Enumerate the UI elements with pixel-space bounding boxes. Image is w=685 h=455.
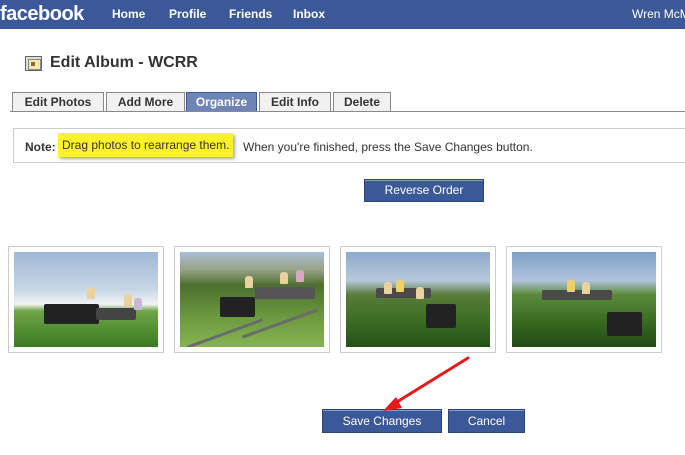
note-text: When you're finished, press the Save Cha… [243,140,533,154]
tab-add-more[interactable]: Add More [106,92,185,112]
photo-thumbnail [14,252,158,347]
reverse-order-button[interactable]: Reverse Order [364,179,484,202]
album-photo-1[interactable] [8,246,164,353]
facebook-logo[interactable]: facebook [0,3,84,26]
photo-thumbnail [180,252,324,347]
note-highlight: Drag photos to rearrange them. [58,133,234,157]
page-title: Edit Album - WCRR [50,54,198,71]
top-nav-bar: facebook Home Profile Friends Inbox Wren… [0,0,685,29]
photo-thumbnail [512,252,656,347]
album-photo-4[interactable] [506,246,662,353]
user-name-link[interactable]: Wren McM [632,7,685,21]
annotation-arrow-icon [383,356,470,411]
tab-delete[interactable]: Delete [333,92,391,112]
nav-friends[interactable]: Friends [229,7,272,21]
tab-edit-info[interactable]: Edit Info [259,92,331,112]
tab-organize[interactable]: Organize [186,92,257,112]
album-photo-2[interactable] [174,246,330,353]
note-label: Note: [25,140,56,154]
photo-thumbnail [346,252,490,347]
tab-edit-photos[interactable]: Edit Photos [12,92,104,112]
nav-profile[interactable]: Profile [169,7,206,21]
nav-home[interactable]: Home [112,7,145,21]
photo-album-icon [25,56,42,71]
nav-inbox[interactable]: Inbox [293,7,325,21]
album-photo-3[interactable] [340,246,496,353]
tabs-divider [10,111,685,112]
